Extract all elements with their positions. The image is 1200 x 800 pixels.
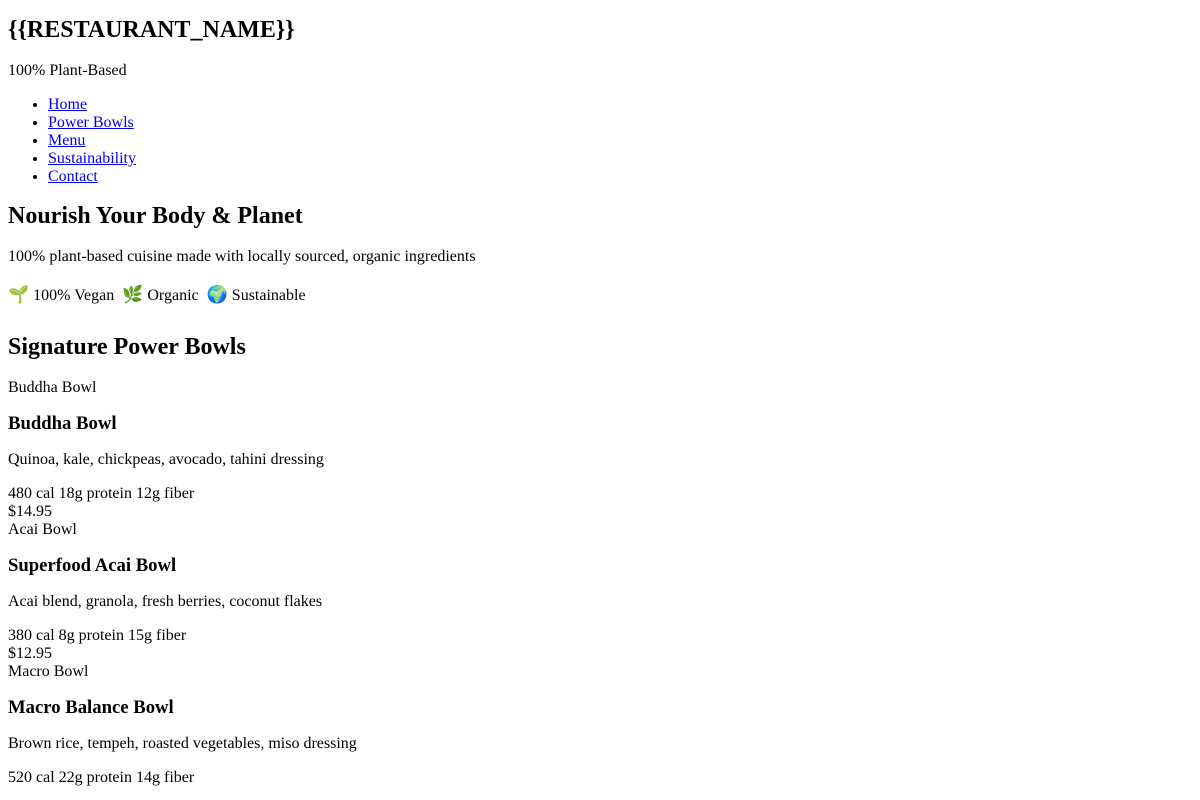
bowl-fiber: 15g fiber	[127, 627, 187, 644]
bowl-name: Superfood Acai Bowl	[8, 555, 177, 576]
nav-item-sustainability: Sustainability	[48, 150, 1192, 168]
hero-section: Nourish Your Body & Planet 100% plant-ba…	[8, 202, 1192, 307]
bowl-protein: 18g protein	[58, 485, 132, 502]
nav-item-home: Home	[48, 96, 1192, 114]
bowl-name: Buddha Bowl	[8, 413, 117, 434]
bowl-nutrition: 520 cal 22g protein 14g fiber	[8, 769, 1192, 787]
bowl-card: Acai Bowl Superfood Acai Bowl Acai blend…	[8, 521, 1192, 663]
bowl-name: Macro Balance Bowl	[8, 697, 174, 718]
nav-link-menu[interactable]: Menu	[48, 132, 85, 149]
badge-label: Organic	[147, 287, 199, 304]
power-bowls-section: Signature Power Bowls Buddha Bowl Buddha…	[8, 333, 1192, 787]
badge-vegan: 🌱 100% Vegan	[8, 285, 115, 305]
bowl-nutrition: 380 cal 8g protein 15g fiber	[8, 627, 1192, 645]
bowl-protein: 22g protein	[58, 769, 132, 786]
nav-list: Home Power Bowls Menu Sustainability Con…	[8, 96, 1192, 186]
badge-label: Sustainable	[231, 287, 306, 304]
bowl-fiber: 14g fiber	[135, 769, 195, 786]
nav-item-power-bowls: Power Bowls	[48, 114, 1192, 132]
bowl-image: Acai Bowl	[8, 521, 1192, 539]
bowl-image: Macro Bowl	[8, 663, 1192, 681]
badge-organic: 🌿 Organic	[122, 285, 199, 305]
bowl-description: Quinoa, kale, chickpeas, avocado, tahini…	[8, 451, 324, 468]
nav-link-sustainability[interactable]: Sustainability	[48, 150, 136, 167]
hero-badges: 🌱 100% Vegan 🌿 Organic 🌍 Sustainable	[8, 284, 1192, 307]
hero-title: Nourish Your Body & Planet	[8, 203, 303, 229]
bowl-card: Buddha Bowl Buddha Bowl Quinoa, kale, ch…	[8, 379, 1192, 521]
seedling-icon: 🌱	[8, 285, 30, 305]
bowl-fiber: 12g fiber	[135, 485, 195, 502]
bowl-price: $12.95	[8, 645, 52, 662]
main-nav: Home Power Bowls Menu Sustainability Con…	[8, 96, 1192, 186]
bowl-protein: 8g protein	[58, 627, 124, 644]
nav-link-power-bowls[interactable]: Power Bowls	[48, 114, 134, 131]
bowl-card: Macro Bowl Macro Balance Bowl Brown rice…	[8, 663, 1192, 787]
section-title: Signature Power Bowls	[8, 334, 246, 360]
bowl-image-alt: Macro Bowl	[8, 663, 89, 680]
herb-icon: 🌿	[122, 285, 144, 305]
bowl-calories: 480 cal	[8, 485, 55, 502]
restaurant-name: {{RESTAURANT_NAME}}	[8, 17, 295, 43]
nav-link-contact[interactable]: Contact	[48, 168, 98, 185]
nav-item-menu: Menu	[48, 132, 1192, 150]
bowl-description: Acai blend, granola, fresh berries, coco…	[8, 593, 323, 610]
badge-label: 100% Vegan	[33, 287, 115, 304]
hero-subtitle: 100% plant-based cuisine made with local…	[8, 248, 476, 265]
site-header: {{RESTAURANT_NAME}} 100% Plant-Based Hom…	[8, 16, 1192, 186]
bowl-calories: 520 cal	[8, 769, 55, 786]
badge-sustainable: 🌍 Sustainable	[206, 285, 306, 305]
globe-icon: 🌍	[206, 285, 228, 305]
bowl-description: Brown rice, tempeh, roasted vegetables, …	[8, 735, 357, 752]
bowl-image-alt: Buddha Bowl	[8, 379, 97, 396]
nav-link-home[interactable]: Home	[48, 96, 87, 113]
bowl-price: $14.95	[8, 503, 52, 520]
bowl-image-alt: Acai Bowl	[8, 521, 77, 538]
tagline: 100% Plant-Based	[8, 62, 127, 79]
bowl-nutrition: 480 cal 18g protein 12g fiber	[8, 485, 1192, 503]
bowl-image: Buddha Bowl	[8, 379, 1192, 397]
nav-item-contact: Contact	[48, 168, 1192, 186]
bowl-calories: 380 cal	[8, 627, 55, 644]
